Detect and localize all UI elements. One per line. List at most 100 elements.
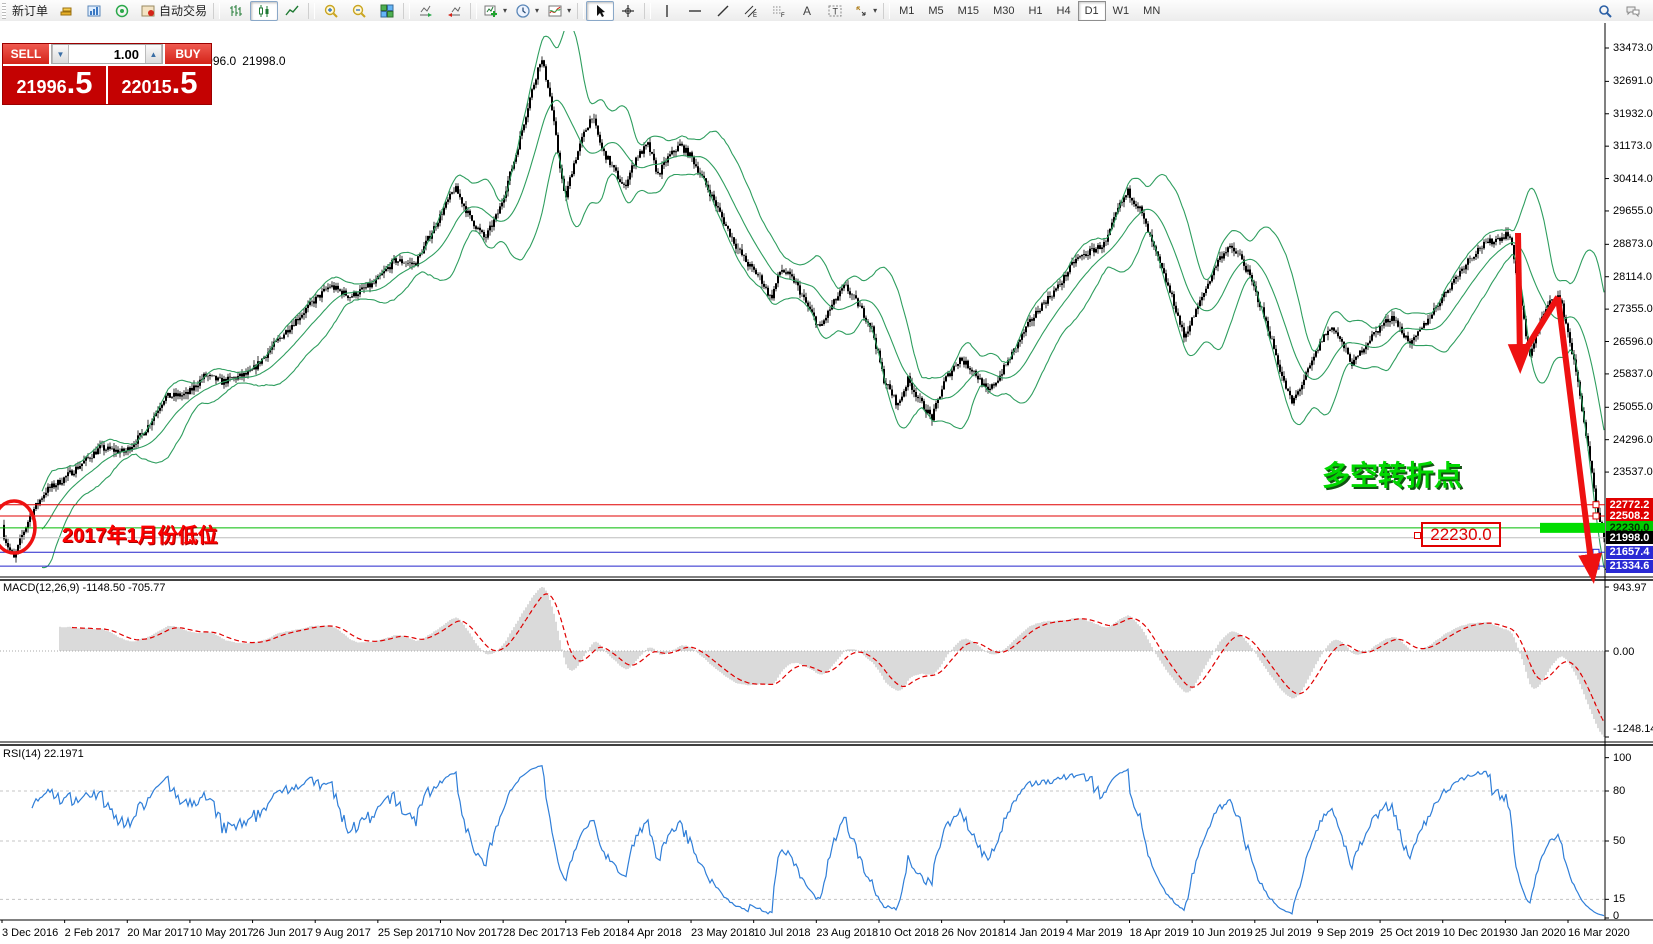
buy-price[interactable]: 22015 .5 (108, 66, 211, 104)
zoom-in-icon (323, 3, 339, 19)
trendline-icon[interactable] (709, 1, 737, 21)
volume-up-icon[interactable]: ▲ (145, 45, 162, 63)
hline-handle[interactable] (1593, 513, 1599, 519)
candlestick-chart-icon[interactable] (250, 1, 278, 21)
price-axis-label: 23537.0 (1613, 466, 1653, 478)
auto-trading-icon (140, 3, 156, 19)
text-label-icon[interactable]: T (821, 1, 849, 21)
date-axis-label: 10 Dec 2019 (1443, 927, 1505, 939)
auto-scroll-icon[interactable] (412, 1, 440, 21)
date-axis-label: 16 Mar 2020 (1568, 927, 1630, 939)
toolbar: 新订单自动交易▾▾▾EFAT▾M1M5M15M30H1H4D1W1MN (0, 0, 1653, 22)
margin-gold-icon[interactable] (52, 1, 80, 21)
auto-trading-button-label: 自动交易 (159, 2, 207, 19)
search-button[interactable] (1591, 1, 1619, 21)
toolbar-separator (470, 3, 477, 19)
buy-price-frac: .5 (172, 70, 198, 96)
toolbar-separator (577, 3, 584, 19)
zoom-out-icon (351, 3, 367, 19)
chat-button[interactable] (1619, 1, 1647, 21)
horizontal-line-icon[interactable] (681, 1, 709, 21)
data-feed-icon[interactable] (108, 1, 136, 21)
trendline-icon (715, 3, 731, 19)
date-axis-label: 23 Aug 2018 (816, 927, 878, 939)
price-axis-label: 33473.0 (1613, 42, 1653, 54)
svg-text:A: A (803, 4, 811, 18)
dropdown-caret-icon: ▾ (873, 6, 877, 15)
text-icon: A (799, 3, 815, 19)
periods-clock-icon (515, 3, 531, 19)
price-axis-label: 24296.0 (1613, 434, 1653, 446)
toolbar-separator (213, 3, 220, 19)
timeframe-h4[interactable]: H4 (1050, 1, 1078, 21)
toolbar-separator (644, 3, 651, 19)
text-icon[interactable]: A (793, 1, 821, 21)
auto-scroll-icon (418, 3, 434, 19)
rsi-axis-label: 80 (1613, 785, 1625, 797)
vertical-line-icon[interactable] (653, 1, 681, 21)
new-chart-icon[interactable]: ▾ (479, 1, 511, 21)
market-watch-icon[interactable] (80, 1, 108, 21)
zoom-in-icon[interactable] (317, 1, 345, 21)
macd-histogram (0, 587, 1605, 737)
rsi-indicator-label: RSI(14) 22.1971 (3, 748, 84, 760)
volume-stepper[interactable]: ▼ 1.00 ▲ (51, 44, 163, 64)
date-axis-label: 9 Sep 2019 (1317, 927, 1373, 939)
timeframe-d1[interactable]: D1 (1078, 1, 1106, 21)
search-icon (1597, 3, 1613, 19)
hline-handle[interactable] (1593, 502, 1599, 508)
sell-price[interactable]: 21996 .5 (3, 66, 106, 104)
chart-window[interactable]: ▲ HK50-,Daily22626.023364.021996.021998.… (0, 21, 1653, 944)
price-axis-label: 28873.0 (1613, 238, 1653, 250)
date-axis-label: 18 Apr 2019 (1130, 927, 1189, 939)
price-axis-label: 32691.0 (1613, 75, 1653, 87)
chart-shift-icon (446, 3, 462, 19)
tile-windows-icon[interactable] (373, 1, 401, 21)
toolbar-grip (2, 3, 6, 19)
timeframe-m1[interactable]: M1 (892, 1, 921, 21)
periods-clock-icon[interactable]: ▾ (511, 1, 543, 21)
bar-chart-icon[interactable] (222, 1, 250, 21)
timeframe-m15[interactable]: M15 (951, 1, 986, 21)
price-axis-label: 25055.0 (1613, 401, 1653, 413)
date-axis-label: 4 Mar 2019 (1067, 927, 1123, 939)
timeframe-mn[interactable]: MN (1136, 1, 1167, 21)
data-feed-icon (114, 3, 130, 19)
cursor-icon (592, 3, 608, 19)
date-axis-label: 10 Jul 2018 (754, 927, 811, 939)
price-tag-21998.0: 21998.0 (1606, 531, 1653, 544)
fibonacci-icon[interactable]: F (765, 1, 793, 21)
date-axis-label: 20 Mar 2017 (127, 927, 189, 939)
timeframe-m30[interactable]: M30 (986, 1, 1021, 21)
zoom-out-icon[interactable] (345, 1, 373, 21)
sell-button[interactable]: SELL (3, 44, 49, 64)
svg-text:T: T (833, 6, 839, 16)
timeframe-m5[interactable]: M5 (921, 1, 950, 21)
date-axis-label: 10 Jun 2019 (1192, 927, 1253, 939)
sell-price-main: 21996 (17, 77, 67, 98)
new-order-button[interactable]: 新订单 (8, 1, 52, 21)
auto-trading-button[interactable]: 自动交易 (136, 1, 211, 21)
level-price-label[interactable]: 22230.0 (1421, 522, 1501, 547)
arrows-icon[interactable]: ▾ (849, 1, 881, 21)
price-axis-label: 27355.0 (1613, 303, 1653, 315)
volume-field[interactable]: 1.00 (69, 45, 145, 63)
crosshair-icon[interactable] (614, 1, 642, 21)
timeframe-w1[interactable]: W1 (1106, 1, 1137, 21)
buy-button[interactable]: BUY (165, 44, 211, 64)
price-axis-label: 30414.0 (1613, 173, 1653, 185)
volume-down-icon[interactable]: ▼ (52, 45, 69, 63)
hline-handle[interactable] (1593, 549, 1599, 555)
chart-shift-icon[interactable] (440, 1, 468, 21)
indicators-icon (547, 3, 563, 19)
indicators-icon[interactable]: ▾ (543, 1, 575, 21)
date-axis-label: 4 Apr 2018 (628, 927, 681, 939)
cursor-icon[interactable] (586, 1, 614, 21)
line-chart-icon[interactable] (278, 1, 306, 21)
timeframe-h1[interactable]: H1 (1021, 1, 1049, 21)
mt4-terminal: 新订单自动交易▾▾▾EFAT▾M1M5M15M30H1H4D1W1MN ▲ HK… (0, 0, 1653, 944)
price-axis-label: 31932.0 (1613, 108, 1653, 120)
equidistant-channel-icon[interactable]: E (737, 1, 765, 21)
rsi-axis-label: 0 (1613, 910, 1619, 922)
one-click-trading-panel: SELL ▼ 1.00 ▲ BUY 21996 .5 22015 .5 (2, 43, 212, 105)
